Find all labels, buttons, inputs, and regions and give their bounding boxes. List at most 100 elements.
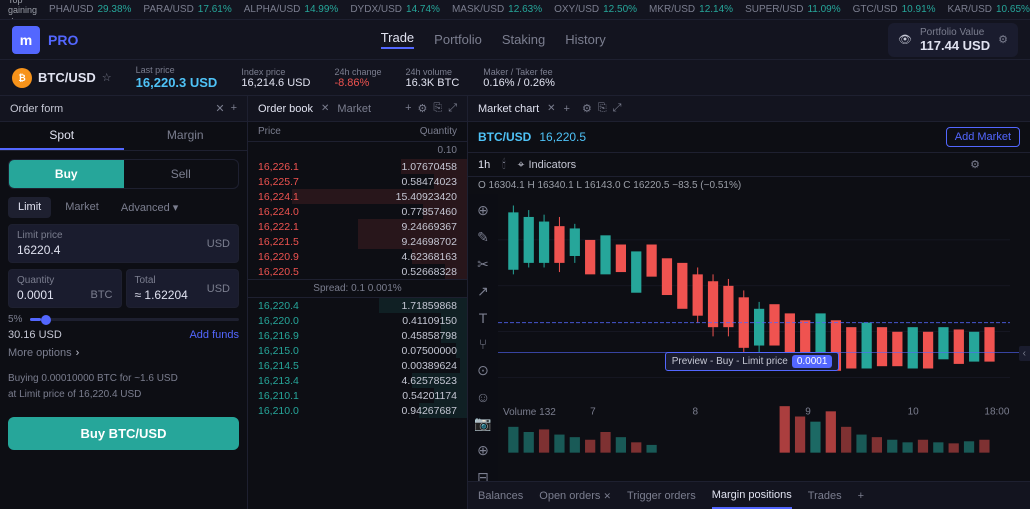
ticker-item-7[interactable]: SUPER/USD 11.09% <box>745 4 841 15</box>
layers-tool-icon[interactable]: ⊟ <box>477 469 489 481</box>
change-value: -8.86% <box>334 77 381 89</box>
ticker-item-2[interactable]: ALPHA/USD 14.99% <box>244 4 339 15</box>
ob-copy-icon[interactable]: ⎘ <box>433 102 442 115</box>
pencil-tool-icon[interactable]: ✎ <box>477 229 489 246</box>
add-funds-button[interactable]: Add funds <box>189 329 239 341</box>
ticker-item-9[interactable]: KAR/USD 10.65% <box>948 4 1030 15</box>
slider-row: 5% <box>8 314 239 325</box>
limit-order-button[interactable]: Limit <box>8 197 51 218</box>
market-chart-close-icon[interactable]: ✕ <box>547 103 555 114</box>
chart-copy-icon[interactable]: ⎘ <box>598 102 607 115</box>
ob-add-icon[interactable]: + <box>405 102 411 115</box>
crosshair-tool-icon[interactable]: ⊕ <box>477 202 489 219</box>
tab-spot[interactable]: Spot <box>0 122 124 150</box>
ob-expand-icon[interactable]: ⤢ <box>448 102 457 115</box>
plus-icon[interactable]: + <box>231 102 237 115</box>
more-options-label: More options <box>8 347 72 359</box>
nav-history[interactable]: History <box>565 32 605 47</box>
quantity-field[interactable]: Quantity 0.0001 BTC <box>8 269 122 308</box>
bid-row-3: 16,215.0 0.07500000 <box>248 343 467 358</box>
chart-header: Market chart ✕ + ⚙ ⎘ ⤢ <box>468 96 1030 122</box>
chart-gear-icon[interactable]: ⚙ <box>970 158 980 171</box>
nav-trade[interactable]: Trade <box>381 30 414 49</box>
ticker-item-8[interactable]: GTC/USD 10.91% <box>853 4 936 15</box>
orderbook-panel: Order book ✕ Market + ⚙ ⎘ ⤢ Price Quanti… <box>248 96 468 509</box>
candlestick-chart: 7 8 9 10 18:00 <box>498 194 1010 424</box>
portfolio-value: 👁 Portfolio Value 117.44 USD ⚙ <box>888 23 1018 57</box>
order-form-header: Order form ✕ + <box>0 96 247 122</box>
tab-margin-positions[interactable]: Margin positions <box>712 483 792 509</box>
star-icon[interactable]: ☆ <box>102 71 112 84</box>
bottom-tabs-add-icon[interactable]: + <box>858 490 864 502</box>
order-summary-line2: at Limit price of 16,220.4 USD <box>8 387 239 403</box>
chart-candle-icon[interactable]: 🕯 <box>502 157 505 172</box>
ticker-item-5[interactable]: OXY/USD 12.50% <box>554 4 637 15</box>
volume-value: 16.3K BTC <box>405 77 459 89</box>
ticker-item-3[interactable]: DYDX/USD 14.74% <box>350 4 440 15</box>
indicators-label: Indicators <box>528 159 576 171</box>
orderbook-tabs: Order book ✕ Market + ⚙ ⎘ ⤢ <box>248 96 467 122</box>
logo-m-icon[interactable]: m <box>12 26 40 54</box>
buy-button[interactable]: Buy <box>9 160 124 188</box>
ticker-item-6[interactable]: MKR/USD 12.14% <box>649 4 733 15</box>
tab-orderbook[interactable]: Order book <box>258 103 313 115</box>
ask-row-7: 16,220.5 0.52668328 <box>248 264 467 279</box>
quantity-currency: BTC <box>91 289 113 301</box>
nav-staking[interactable]: Staking <box>502 32 545 47</box>
orderbook-close-icon[interactable]: ✕ <box>321 103 329 114</box>
advanced-order-button[interactable]: Advanced ▾ <box>113 197 186 218</box>
chart-area: ⊕ ✎ ✂ ↗ T ⑂ ⊙ ☺ 📷 ⊕ ⊟ <box>468 194 1030 481</box>
eye-icon[interactable]: 👁 <box>898 33 912 46</box>
slider-track[interactable] <box>30 318 239 321</box>
sell-button[interactable]: Sell <box>124 160 239 188</box>
tab-margin[interactable]: Margin <box>124 122 248 150</box>
symbol-info[interactable]: ₿ BTC/USD ☆ <box>12 68 112 88</box>
ob-settings-icon[interactable]: ⚙ <box>418 102 428 115</box>
zoom-in-tool-icon[interactable]: ⊕ <box>477 442 489 459</box>
tab-open-orders[interactable]: Open orders ✕ <box>539 484 611 508</box>
limit-price-field[interactable]: Limit price 16220.4 USD <box>8 224 239 263</box>
ask-rows: 16,226.1 1.07670458 16,225.7 0.58474023 … <box>248 159 467 279</box>
submit-order-button[interactable]: Buy BTC/USD <box>8 417 239 450</box>
ticker-item-0[interactable]: PHA/USD 29.38% <box>49 4 131 15</box>
tab-market[interactable]: Market <box>337 103 371 115</box>
change-stat: 24h change -8.86% <box>334 67 381 89</box>
ticker-item-1[interactable]: PARA/USD 17.61% <box>143 4 231 15</box>
limit-price-label: Limit price <box>17 230 63 241</box>
settings-icon[interactable]: ⚙ <box>998 33 1008 46</box>
ask-row-5: 16,221.5 9.24698702 <box>248 234 467 249</box>
chart-indicators-button[interactable]: ⌖ Indicators <box>518 157 576 172</box>
close-icon[interactable]: ✕ <box>215 102 224 115</box>
tab-trades[interactable]: Trades <box>808 484 842 508</box>
maker-taker-stat: Maker / Taker fee 0.16% / 0.26% <box>483 67 555 89</box>
balance-row: 30.16 USD Add funds <box>8 329 239 341</box>
scissors-tool-icon[interactable]: ✂ <box>477 256 489 273</box>
limit-price-value: 16220.4 <box>17 243 60 257</box>
chart-add-icon[interactable]: + <box>564 103 570 115</box>
more-options-row[interactable]: More options › <box>8 347 239 359</box>
trend-tool-icon[interactable]: ↗ <box>477 283 489 300</box>
fork-tool-icon[interactable]: ⑂ <box>479 336 487 352</box>
market-order-button[interactable]: Market <box>55 197 109 218</box>
tab-market-chart[interactable]: Market chart <box>478 103 539 115</box>
bid-row-1: 16,220.0 0.41109150 <box>248 313 467 328</box>
preview-price-badge: 0.0001 <box>792 355 833 368</box>
chart-timeframe[interactable]: 1h <box>478 159 490 171</box>
portfolio-value-amount: 117.44 USD <box>920 38 990 53</box>
ticker-item-4[interactable]: MASK/USD 12.63% <box>452 4 542 15</box>
chart-right-arrow: ‹ <box>1019 346 1030 361</box>
tab-balances[interactable]: Balances <box>478 484 523 508</box>
nav-portfolio[interactable]: Portfolio <box>434 32 482 47</box>
chart-left-tools: ⊕ ✎ ✂ ↗ T ⑂ ⊙ ☺ 📷 ⊕ ⊟ <box>468 194 498 481</box>
add-market-button[interactable]: Add Market <box>946 127 1020 147</box>
magnet-tool-icon[interactable]: ⊙ <box>477 362 489 379</box>
camera-tool-icon[interactable]: 📷 <box>474 415 491 432</box>
open-orders-close-icon[interactable]: ✕ <box>603 491 611 501</box>
chart-expand-icon[interactable]: ⤢ <box>613 102 622 115</box>
chart-toolbar: BTC/USD 16,220.5 Add Market <box>468 122 1030 153</box>
ask-row-1: 16,225.7 0.58474023 <box>248 174 467 189</box>
smiley-tool-icon[interactable]: ☺ <box>476 389 490 405</box>
tab-trigger-orders[interactable]: Trigger orders <box>627 484 696 508</box>
text-tool-icon[interactable]: T <box>479 310 488 326</box>
chart-settings-icon[interactable]: ⚙ <box>582 102 592 115</box>
